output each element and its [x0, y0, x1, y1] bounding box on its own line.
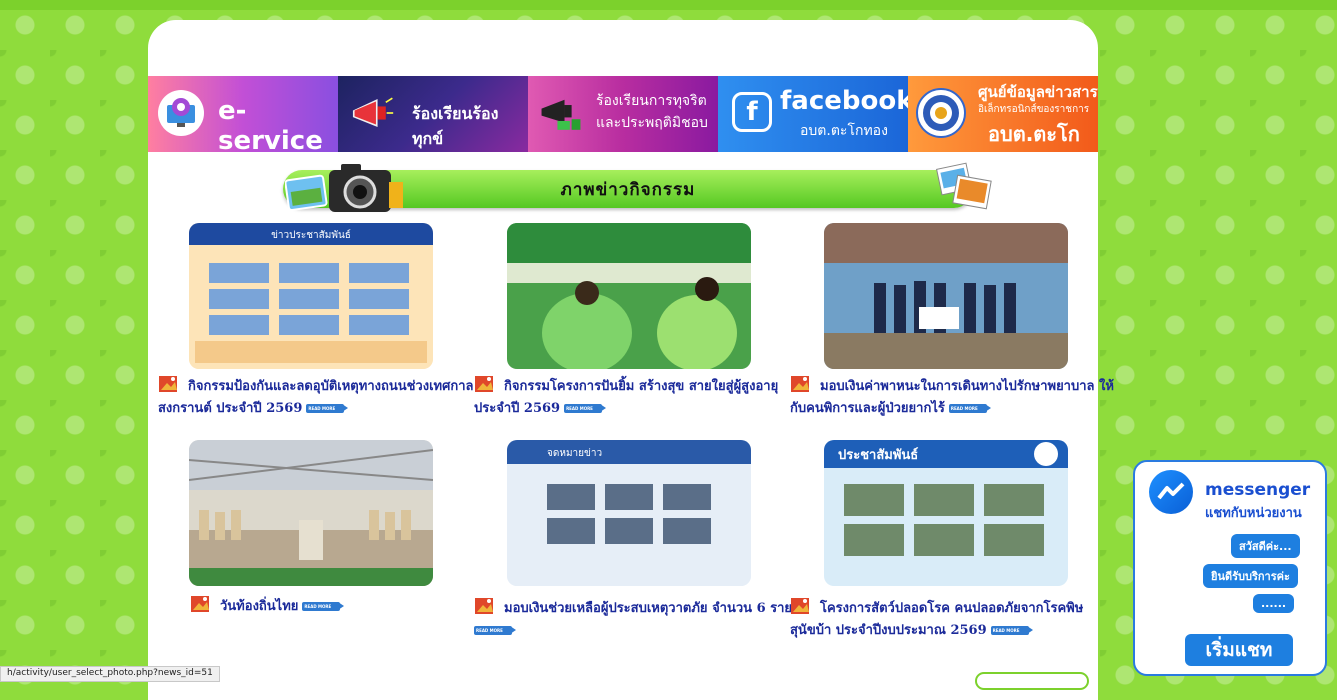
- poster-heading: จดหมายข่าว: [547, 448, 602, 459]
- more-button[interactable]: [975, 672, 1089, 690]
- complaint-banner[interactable]: ร้องเรียนร้องทุกข์: [338, 76, 528, 152]
- news-thumbnail-5[interactable]: จดหมายข่าว: [507, 440, 751, 586]
- news-caption-2[interactable]: กิจกรรมโครงการปันยิ้ม สร้างสุข สายใยสู่ผ…: [474, 374, 804, 420]
- news-thumbnail-3[interactable]: [824, 223, 1068, 369]
- seal-icon: [916, 88, 966, 138]
- news-thumbnail-4[interactable]: [189, 440, 433, 586]
- news-caption-4[interactable]: วันท้องถิ่นไทย READ MORE: [190, 594, 520, 618]
- facebook-banner[interactable]: f facebook อบต.ตะโกทอง: [718, 76, 908, 152]
- corruption-complaint-banner[interactable]: ร้องเรียนการทุจริต และประพฤติมิชอบ: [528, 76, 718, 152]
- facebook-icon: f: [732, 92, 772, 132]
- start-chat-button[interactable]: เริ่มแชท: [1185, 634, 1293, 666]
- news-photo-icon: [475, 376, 493, 392]
- news-thumbnail-2[interactable]: [507, 223, 751, 369]
- photos-icon: [936, 162, 992, 210]
- e-service-banner[interactable]: e-service: [148, 76, 338, 152]
- news-caption-6[interactable]: โครงการสัตว์ปลอดโรค คนปลอดภัยจากโรคพิษสุ…: [790, 596, 1100, 642]
- chat-bubble-greeting: สวัสดีค่ะ...: [1231, 534, 1300, 558]
- news-photo-icon: [475, 598, 493, 614]
- read-more-button[interactable]: READ MORE: [948, 404, 991, 413]
- read-more-button[interactable]: READ MORE: [564, 404, 607, 413]
- chat-bubble-welcome: ยินดีรับบริการค่ะ: [1203, 564, 1298, 588]
- banner-row: e-service ร้องเรียนร้องทุกข์ ร้องเรียนกา…: [148, 76, 1098, 152]
- camera-photos-icon: [285, 164, 403, 212]
- corruption-label: ร้องเรียนการทุจริต และประพฤติมิชอบ: [596, 93, 708, 131]
- complaint-label: ร้องเรียนร้องทุกข์: [412, 104, 499, 148]
- info-center-line2: อิเล็กทรอนิกส์ของราชการ: [978, 104, 1090, 115]
- poster-heading: ข่าวประชาสัมพันธ์: [271, 229, 351, 241]
- info-center-line3: อบต.ตะโกทอง: [988, 122, 1080, 146]
- news-photo-icon: [791, 598, 809, 614]
- read-more-button[interactable]: READ MORE: [302, 602, 345, 611]
- news-caption-1[interactable]: กิจกรรมป้องกันและลดอุบัติเหตุทางถนนช่วงเ…: [158, 374, 488, 420]
- news-caption-3[interactable]: มอบเงินค่าพาหนะในการเดินทางไปรักษาพยาบาล…: [790, 374, 1120, 420]
- gear-monitor-icon: [158, 90, 204, 136]
- info-center-banner[interactable]: ศูนย์ข้อมูลข่าวสาร อิเล็กทรอนิกส์ของราชก…: [908, 76, 1098, 152]
- e-service-label: e-service: [218, 96, 323, 152]
- news-photo-icon: [159, 376, 177, 392]
- news-thumbnail-6[interactable]: ประชาสัมพันธ์: [824, 440, 1068, 586]
- chat-bubble-ellipsis: ......: [1253, 594, 1295, 613]
- news-photo-icon: [791, 376, 809, 392]
- messenger-title: messenger: [1205, 480, 1311, 500]
- messenger-icon: [1149, 470, 1193, 514]
- news-thumbnail-1[interactable]: ข่าวประชาสัมพันธ์: [189, 223, 433, 369]
- facebook-label: facebook: [780, 86, 908, 116]
- megaphone-icon: [538, 90, 584, 136]
- messenger-subtitle: แชทกับหน่วยงาน: [1205, 506, 1302, 521]
- read-more-button[interactable]: READ MORE: [306, 404, 349, 413]
- megaphone-icon: [348, 90, 394, 136]
- status-bar-url: h/activity/user_select_photo.php?news_id…: [0, 666, 220, 682]
- news-caption-5[interactable]: มอบเงินช่วยเหลือผู้ประสบเหตุวาตภัย จำนวน…: [474, 596, 804, 642]
- read-more-button[interactable]: READ MORE: [990, 626, 1033, 635]
- poster-heading: ประชาสัมพันธ์: [838, 447, 918, 463]
- facebook-sub-label: อบต.ตะโกทอง: [800, 123, 888, 139]
- top-strip: [0, 0, 1337, 10]
- info-center-line1: ศูนย์ข้อมูลข่าวสาร: [978, 83, 1098, 101]
- read-more-button[interactable]: READ MORE: [474, 626, 516, 635]
- news-photo-icon: [191, 596, 209, 612]
- messenger-chat-widget[interactable]: messenger แชทกับหน่วยงาน สวัสดีค่ะ... ยิ…: [1133, 460, 1327, 676]
